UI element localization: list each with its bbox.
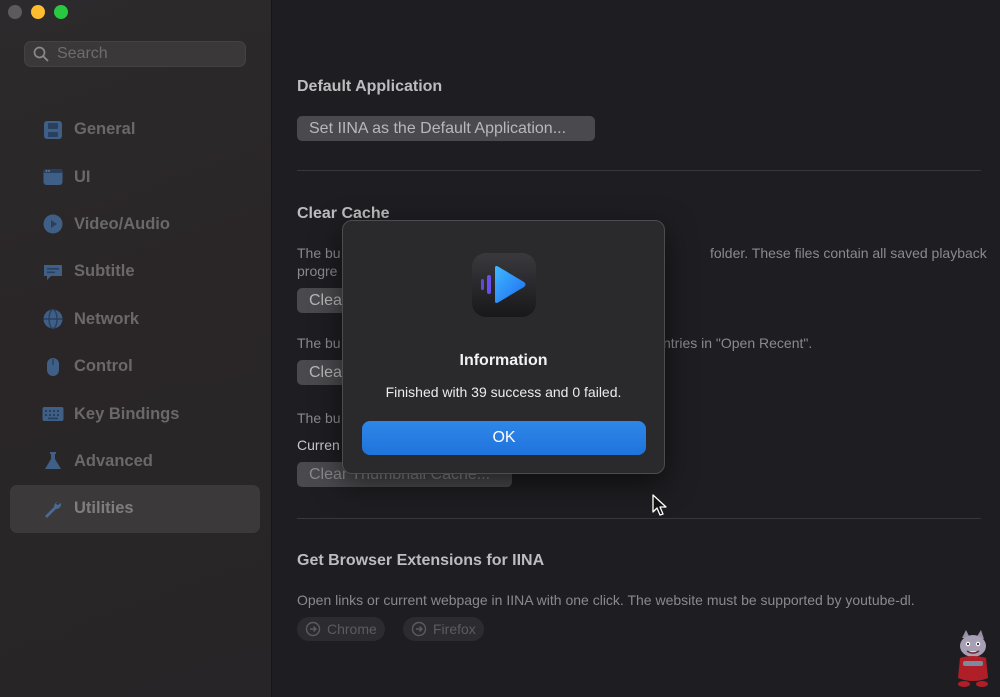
firefox-extension-button[interactable]: Firefox bbox=[403, 617, 484, 641]
search-input[interactable] bbox=[57, 45, 227, 63]
sidebar-item-label: Key Bindings bbox=[74, 404, 180, 423]
zoom-window-button[interactable] bbox=[54, 5, 68, 19]
sidebar-item-label: Utilities bbox=[74, 499, 134, 518]
sidebar-nav: General UI Video/Audio Subtitle Network bbox=[10, 106, 260, 533]
current-cache-size-label: Curren bbox=[297, 437, 340, 453]
keyboard-icon bbox=[42, 403, 64, 425]
ui-icon bbox=[42, 166, 64, 188]
browser-extensions-desc: Open links or current webpage in IINA wi… bbox=[297, 592, 915, 608]
sidebar-item-subtitle[interactable]: Subtitle bbox=[10, 248, 260, 295]
sidebar-item-advanced[interactable]: Advanced bbox=[10, 438, 260, 485]
default-application-title: Default Application bbox=[297, 78, 443, 95]
chrome-extension-button[interactable]: Chrome bbox=[297, 617, 385, 641]
firefox-label: Firefox bbox=[433, 621, 476, 637]
video-audio-icon bbox=[42, 213, 64, 235]
flask-icon bbox=[42, 450, 64, 472]
sidebar-item-network[interactable]: Network bbox=[10, 296, 260, 343]
subtitle-icon bbox=[42, 261, 64, 283]
dialog-title: Information bbox=[459, 352, 548, 369]
wrench-icon bbox=[42, 498, 64, 520]
sidebar-item-control[interactable]: Control bbox=[10, 343, 260, 390]
network-icon bbox=[42, 308, 64, 330]
clear-cache-desc-1-end: folder. These files contain all saved pl… bbox=[710, 245, 987, 261]
clear-cache-desc-2-end: ntries in "Open Recent". bbox=[663, 335, 813, 351]
clear-cache-desc-3: The bu bbox=[297, 410, 341, 426]
arrow-circle-icon bbox=[305, 621, 321, 637]
ok-button[interactable]: OK bbox=[362, 421, 646, 455]
divider bbox=[297, 518, 981, 519]
control-icon bbox=[42, 356, 64, 378]
chrome-label: Chrome bbox=[327, 621, 377, 637]
clear-cache-desc-2: The bu bbox=[297, 335, 341, 351]
sidebar-item-label: Advanced bbox=[74, 451, 153, 470]
clear-cache-desc-1: The bu bbox=[297, 245, 341, 261]
sidebar-item-label: Network bbox=[74, 309, 140, 328]
sidebar-item-ui[interactable]: UI bbox=[10, 153, 260, 200]
sidebar-item-key-bindings[interactable]: Key Bindings bbox=[10, 390, 260, 437]
iina-app-icon bbox=[471, 252, 537, 318]
sidebar-item-video-audio[interactable]: Video/Audio bbox=[10, 201, 260, 248]
search-field[interactable] bbox=[24, 41, 246, 67]
set-default-app-button[interactable]: Set IINA as the Default Application... bbox=[297, 116, 595, 141]
close-window-button[interactable] bbox=[8, 5, 22, 19]
sidebar-item-label: Video/Audio bbox=[74, 214, 170, 233]
information-dialog: Information Finished with 39 success and… bbox=[342, 220, 665, 474]
arrow-circle-icon bbox=[411, 621, 427, 637]
window-controls bbox=[8, 5, 68, 19]
sidebar-item-label: Control bbox=[74, 357, 133, 376]
general-icon bbox=[42, 119, 64, 141]
divider bbox=[297, 170, 981, 171]
dialog-message: Finished with 39 success and 0 failed. bbox=[385, 384, 622, 400]
sidebar-item-general[interactable]: General bbox=[10, 106, 260, 153]
clear-cache-desc-1-line2: progre bbox=[297, 263, 338, 279]
sidebar-item-label: General bbox=[74, 120, 136, 139]
mouse-cursor-icon bbox=[652, 494, 667, 516]
sidebar-item-label: UI bbox=[74, 167, 91, 186]
sidebar: General UI Video/Audio Subtitle Network bbox=[0, 0, 272, 697]
sidebar-item-label: Subtitle bbox=[74, 262, 135, 281]
sidebar-item-utilities[interactable]: Utilities bbox=[10, 485, 260, 533]
mascot-icon bbox=[958, 630, 988, 687]
search-icon bbox=[33, 46, 49, 62]
minimize-window-button[interactable] bbox=[31, 5, 45, 19]
browser-extensions-title: Get Browser Extensions for IINA bbox=[297, 552, 545, 569]
